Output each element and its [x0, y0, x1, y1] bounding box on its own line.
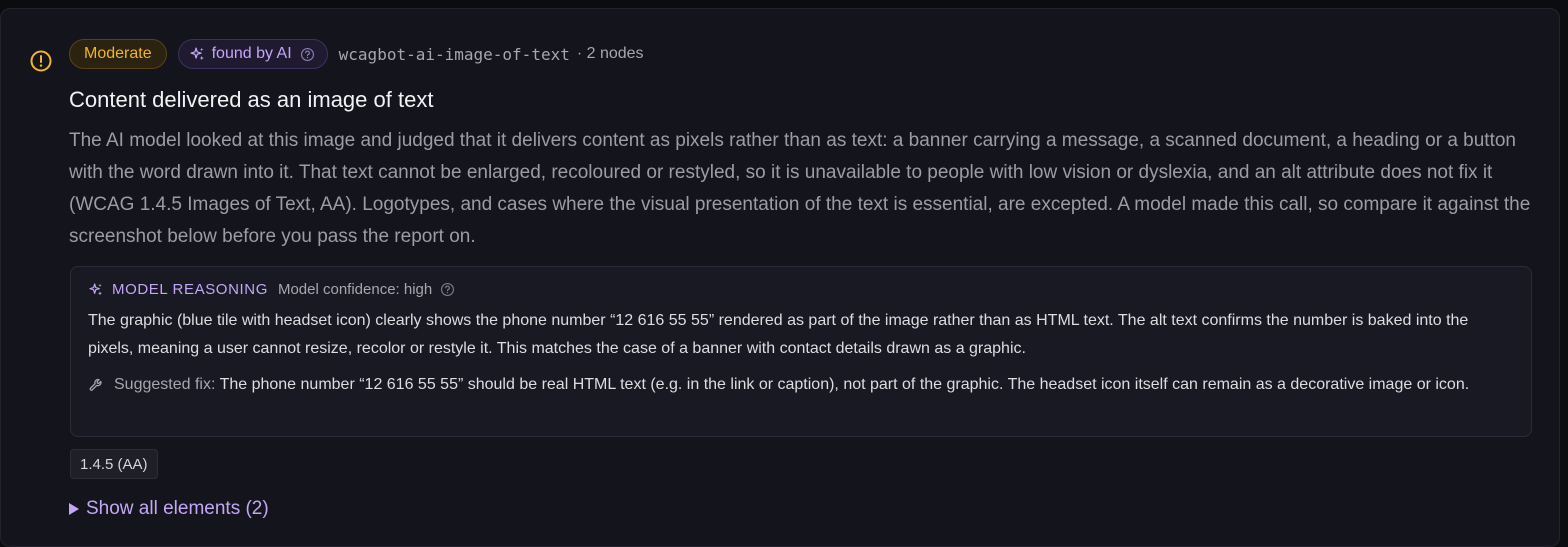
suggested-fix-text: Suggested fix: The phone number “12 616 …: [114, 371, 1474, 399]
wcag-criterion-tag: 1.4.5 (AA): [70, 449, 158, 479]
suggested-fix-label: Suggested fix:: [114, 376, 216, 393]
sparkles-icon: [190, 46, 204, 60]
show-all-elements-label: Show all elements (2): [86, 498, 269, 519]
found-by-ai-badge: found by AI: [177, 39, 328, 69]
issue-header: Moderate found by AI wcagbot-ai-image-of…: [69, 38, 644, 70]
model-confidence: Model confidence: high: [277, 281, 433, 298]
issue-title: Content delivered as an image of text: [69, 87, 434, 112]
reasoning-text: The graphic (blue tile with headset icon…: [88, 312, 1469, 357]
show-all-elements-toggle[interactable]: Show all elements (2): [69, 498, 269, 520]
alert-circle-icon: [30, 50, 52, 72]
found-by-ai-label: found by AI: [211, 45, 292, 62]
reasoning-label: MODEL REASONING: [112, 281, 268, 298]
question-circle-icon[interactable]: [440, 282, 455, 297]
severity-badge: Moderate: [69, 39, 167, 69]
rule-id: wcagbot-ai-image-of-text: [338, 44, 570, 64]
triangle-right-icon: [69, 503, 79, 515]
issue-description: The AI model looked at this image and ju…: [69, 130, 1531, 247]
suggested-fix-body: The phone number “12 616 55 55” should b…: [219, 376, 1470, 393]
sparkles-icon: [89, 282, 102, 295]
wrench-icon: [89, 378, 102, 391]
suggested-fix: Suggested fix: The phone number “12 616 …: [88, 371, 1488, 399]
issue-card: Moderate found by AI wcagbot-ai-image-of…: [0, 8, 1560, 547]
question-circle-icon[interactable]: [300, 47, 315, 62]
model-reasoning-panel: MODEL REASONING Model confidence: high T…: [70, 266, 1532, 437]
node-count: · 2 nodes: [576, 45, 644, 62]
reasoning-header: MODEL REASONING Model confidence: high: [88, 281, 455, 298]
